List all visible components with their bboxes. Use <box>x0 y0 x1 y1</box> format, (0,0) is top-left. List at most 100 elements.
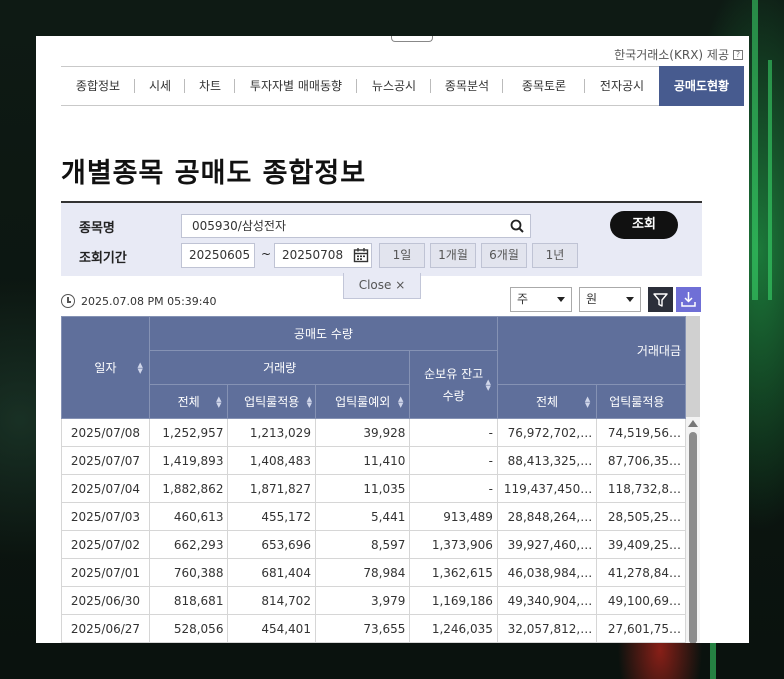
sort-icon[interactable]: ▲ ▼ <box>585 395 590 408</box>
table-row: 2025/07/04 1,882,862 1,871,827 11,035 - … <box>61 474 686 503</box>
cell-balance: 1,373,906 <box>409 530 498 559</box>
cell-uptick: 814,702 <box>227 586 316 615</box>
query-button[interactable]: 조회 <box>610 211 678 239</box>
table-body: 2025/07/08 1,252,957 1,213,029 39,928 - … <box>61 418 686 643</box>
col-amt-total-header[interactable]: 전체 ▲ ▼ <box>496 384 598 419</box>
date-from-input[interactable]: 20250605 <box>181 243 255 268</box>
col-except-label: 업틱룰예외 <box>335 395 391 409</box>
filter-icon[interactable] <box>648 287 673 312</box>
chevron-down-icon <box>626 297 634 302</box>
sort-icon[interactable]: ▲ ▼ <box>216 395 221 408</box>
sub-volume-header: 거래량 <box>148 350 411 385</box>
cell-date: 2025/07/01 <box>61 558 150 587</box>
cell-total: 818,681 <box>148 586 229 615</box>
cell-date: 2025/07/08 <box>61 418 150 447</box>
cell-except: 8,597 <box>314 530 411 559</box>
sort-icon[interactable]: ▲ ▼ <box>138 361 143 374</box>
short-selling-table: 일자 ▲ ▼ 공매도 수량 거래대금 거래량 순보유 잔고수량 ▲ ▼ 전체 ▲ ▼ 업틱룰… <box>61 316 686 643</box>
currency-select[interactable]: 원 <box>579 287 641 312</box>
cell-uptick: 653,696 <box>227 530 316 559</box>
cell-amt-uptick: 41,278,84… <box>596 558 686 587</box>
col-total-header[interactable]: 전체 ▲ ▼ <box>148 384 229 419</box>
calendar-icon[interactable] <box>353 247 369 263</box>
cell-balance: - <box>409 474 498 503</box>
table-row: 2025/06/30 818,681 814,702 3,979 1,169,1… <box>61 586 686 615</box>
data-provider: 한국거래소(KRX) 제공 ? <box>614 46 743 63</box>
cell-amt-uptick: 39,409,25… <box>596 530 686 559</box>
cell-total: 1,419,893 <box>148 446 229 475</box>
period-1month-button[interactable]: 1개월 <box>430 243 476 268</box>
stock-search-input[interactable]: 005930/삼성전자 <box>181 214 531 238</box>
period-label: 조회기간 <box>79 251 127 266</box>
cell-except: 39,928 <box>314 418 411 447</box>
cell-balance: 913,489 <box>409 502 498 531</box>
tab-stock-analysis[interactable]: 종목분석 <box>431 66 503 106</box>
cell-amt-total: 88,413,325,… <box>496 446 598 475</box>
col-uptick-header[interactable]: 업틱룰적용 ▲ ▼ <box>227 384 316 419</box>
tab-e-disclosure[interactable]: 전자공시 <box>585 66 659 106</box>
col-amt-uptick-header[interactable]: 업틱룰적용 <box>596 384 686 419</box>
help-icon[interactable]: ? <box>733 49 743 60</box>
cell-balance: - <box>409 446 498 475</box>
date-range-tilde: ~ <box>261 247 272 261</box>
tab-short-selling[interactable]: 공매도현황 <box>659 66 744 106</box>
collapse-tab[interactable] <box>391 36 433 42</box>
tab-stock-discussion[interactable]: 종목토론 <box>503 66 585 106</box>
currency-value: 원 <box>586 292 598 306</box>
cell-uptick: 1,408,483 <box>227 446 316 475</box>
sort-icon[interactable]: ▲ ▼ <box>398 395 403 408</box>
period-1day-button[interactable]: 1일 <box>379 243 425 268</box>
period-1year-button[interactable]: 1년 <box>532 243 578 268</box>
cell-total: 1,882,862 <box>148 474 229 503</box>
cell-except: 73,655 <box>314 614 411 643</box>
cell-amt-uptick: 118,732,8… <box>596 474 686 503</box>
cell-balance: 1,362,615 <box>409 558 498 587</box>
sort-icon[interactable]: ▲ ▼ <box>307 395 312 408</box>
cell-balance: - <box>409 418 498 447</box>
cell-amt-total: 28,848,264,… <box>496 502 598 531</box>
timestamp-text: 2025.07.08 PM 05:39:40 <box>81 294 217 308</box>
col-date-header[interactable]: 일자 ▲ ▼ <box>61 316 150 419</box>
period-6month-button[interactable]: 6개월 <box>481 243 527 268</box>
cell-amt-total: 39,927,460,… <box>496 530 598 559</box>
cell-amt-total: 46,038,984,… <box>496 558 598 587</box>
provider-text: 한국거래소(KRX) 제공 <box>614 48 729 62</box>
col-balance-header[interactable]: 순보유 잔고수량 ▲ ▼ <box>409 350 498 419</box>
stock-search-value: 005930/삼성전자 <box>192 219 287 233</box>
cell-uptick: 681,404 <box>227 558 316 587</box>
cell-uptick: 454,401 <box>227 614 316 643</box>
cell-date: 2025/07/07 <box>61 446 150 475</box>
cell-total: 662,293 <box>148 530 229 559</box>
cell-amt-uptick: 28,505,25… <box>596 502 686 531</box>
background-stripe <box>752 0 758 300</box>
tab-price[interactable]: 시세 <box>135 66 185 106</box>
main-nav: 종합정보 시세 차트 투자자별 매매동향 뉴스공시 종목분석 종목토론 전자공시… <box>61 66 744 106</box>
scrollbar-thumb[interactable] <box>689 432 697 643</box>
cell-uptick: 1,871,827 <box>227 474 316 503</box>
col-uptick-label: 업틱룰적용 <box>244 395 300 409</box>
cell-uptick: 1,213,029 <box>227 418 316 447</box>
cell-except: 11,035 <box>314 474 411 503</box>
tab-news-disclosure[interactable]: 뉴스공시 <box>357 66 431 106</box>
clock-icon <box>61 294 75 308</box>
sort-icon[interactable]: ▲ ▼ <box>486 378 491 391</box>
tab-investor-trend[interactable]: 투자자별 매매동향 <box>235 66 357 106</box>
tab-chart[interactable]: 차트 <box>185 66 235 106</box>
unit-period-select[interactable]: 주 <box>510 287 572 312</box>
cell-except: 5,441 <box>314 502 411 531</box>
search-icon[interactable] <box>510 219 524 233</box>
cell-except: 11,410 <box>314 446 411 475</box>
cell-balance: 1,169,186 <box>409 586 498 615</box>
table-scrollbar[interactable] <box>686 316 700 643</box>
close-search-button[interactable]: Close × <box>343 273 421 299</box>
tab-overview[interactable]: 종합정보 <box>61 66 135 106</box>
download-icon[interactable] <box>676 287 701 312</box>
scroll-up-icon[interactable] <box>688 420 698 427</box>
table-row: 2025/07/07 1,419,893 1,408,483 11,410 - … <box>61 446 686 475</box>
cell-total: 460,613 <box>148 502 229 531</box>
cell-balance: 1,246,035 <box>409 614 498 643</box>
col-except-header[interactable]: 업틱룰예외 ▲ ▼ <box>314 384 411 419</box>
cell-date: 2025/07/04 <box>61 474 150 503</box>
cell-amt-uptick: 49,100,69… <box>596 586 686 615</box>
chevron-down-icon <box>557 297 565 302</box>
